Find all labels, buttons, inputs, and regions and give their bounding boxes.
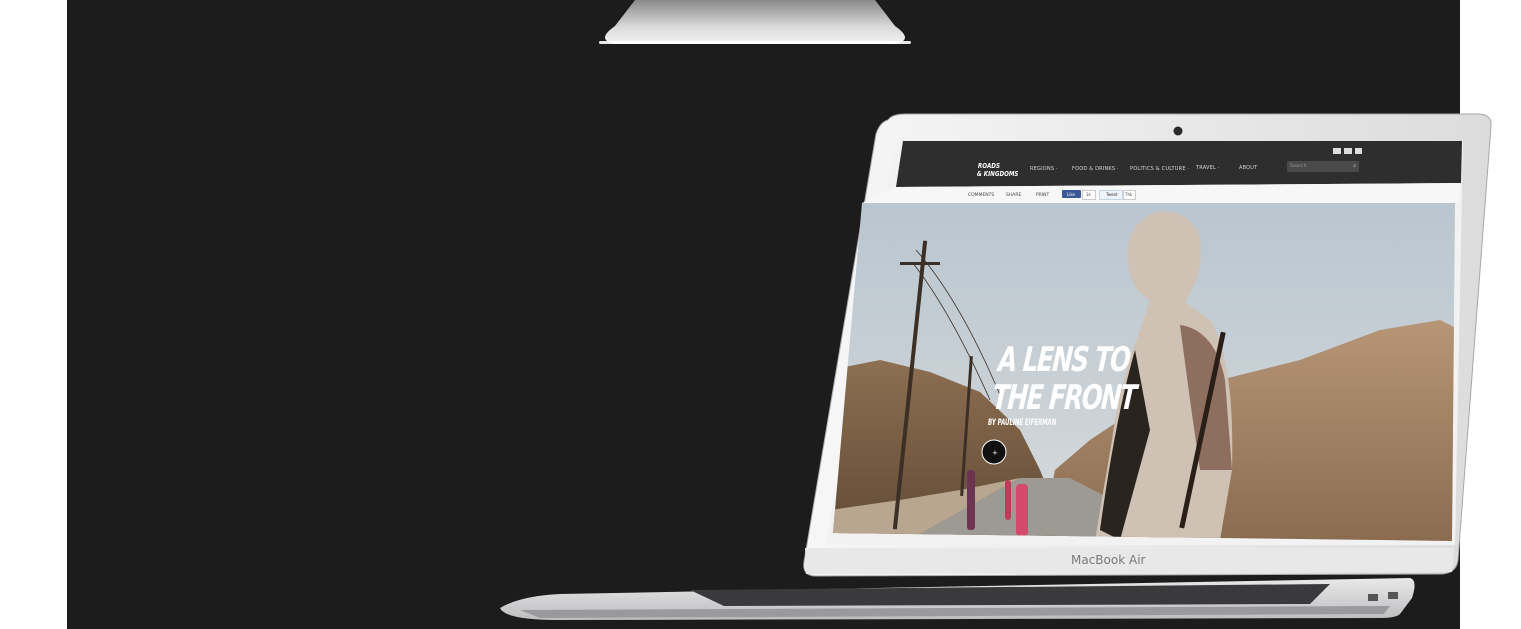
macbook-air-mockup: + (500, 113, 1492, 620)
like-count: 1k (1082, 190, 1096, 200)
site-logo-line2[interactable]: & KINGDOMS (973, 164, 1019, 178)
camera-dot (1173, 126, 1183, 136)
search-input[interactable]: Search ⌕ (1287, 161, 1359, 172)
nav-item-travel[interactable]: TRAVEL · (1196, 165, 1220, 171)
tweet-button[interactable]: Tweet (1099, 190, 1123, 200)
search-icon[interactable]: ⌕ (1353, 163, 1356, 169)
macbook-model: Air (1129, 553, 1146, 567)
nav-item-about[interactable]: ABOUT (1239, 165, 1257, 171)
like-label: Like (1067, 192, 1075, 197)
tweet-count: 7hk (1123, 190, 1136, 200)
port-right (1388, 592, 1398, 599)
mail-icon[interactable] (1333, 148, 1341, 154)
nav-item-politics-culture[interactable]: POLITICS & CULTURE · (1130, 166, 1189, 172)
person-3 (1016, 484, 1028, 536)
hero-title-line-1: A LENS TO (996, 340, 1131, 380)
hero-byline: BY PAULINE EIFERMAN (988, 418, 1057, 428)
macbook-brand: MacBook (1071, 553, 1126, 567)
like-count-text: 1k (1086, 192, 1091, 197)
facebook-icon[interactable] (1355, 148, 1362, 154)
tweet-count-text: 7hk (1125, 192, 1133, 197)
facebook-like-button[interactable]: Like (1062, 190, 1081, 198)
nav-item-regions[interactable]: REGIONS · (1030, 166, 1058, 172)
svg-text:+: + (992, 449, 998, 457)
comments-link[interactable]: COMMENTS (968, 193, 994, 198)
logo-line-2: & KINGDOMS (976, 170, 1019, 178)
macbook-label: MacBook Air (1071, 553, 1145, 567)
hero-title-line-2: THE FRONT (990, 378, 1138, 418)
print-link[interactable]: PRINT (1036, 193, 1049, 198)
hero-photo (833, 203, 1455, 541)
tweet-label: Tweet (1106, 192, 1118, 197)
nav-item-food-drinks[interactable]: FOOD & DRINKS · (1072, 166, 1119, 172)
port-left (1368, 594, 1378, 601)
twitter-icon[interactable] (1344, 148, 1352, 154)
person-2 (1005, 480, 1011, 520)
share-link[interactable]: SHARE (1006, 193, 1021, 198)
person-1 (967, 470, 975, 530)
search-placeholder: Search (1290, 164, 1307, 169)
